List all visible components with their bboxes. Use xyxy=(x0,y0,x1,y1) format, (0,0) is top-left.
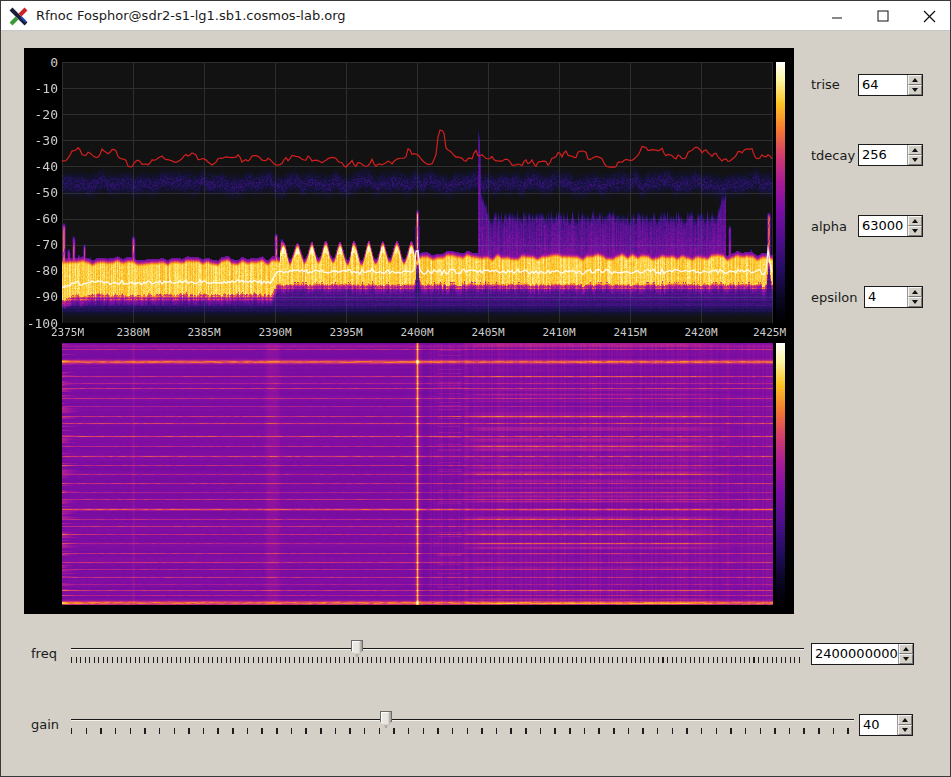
alpha-label: alpha xyxy=(811,219,847,234)
freq-tick-label: 2390M xyxy=(255,327,295,338)
db-tick-label: -90 xyxy=(24,290,58,303)
freq-value[interactable]: 2400000000 xyxy=(812,644,898,664)
tdecay-value[interactable]: 256 xyxy=(859,145,907,165)
freq-tick-label: 2405M xyxy=(468,327,508,338)
db-tick-label: -50 xyxy=(24,186,58,199)
alpha-spinbox[interactable]: 63000 xyxy=(858,215,923,237)
maximize-button[interactable] xyxy=(863,1,903,31)
maximize-icon xyxy=(877,10,889,22)
x11-logo-icon xyxy=(9,7,28,26)
alpha-down-button[interactable] xyxy=(908,226,922,236)
trise-value[interactable]: 64 xyxy=(859,75,907,95)
close-icon xyxy=(923,10,936,23)
freq-slider-ticks xyxy=(71,657,802,663)
db-tick-label: -40 xyxy=(24,160,58,173)
db-tick-label: -20 xyxy=(24,108,58,121)
freq-tick-label: 2400M xyxy=(397,327,437,338)
gain-slider-track[interactable] xyxy=(71,719,854,721)
title-bar[interactable]: Rfnoc Fosphor@sdr2-s1-lg1.sb1.cosmos-lab… xyxy=(1,1,950,31)
trise-down-button[interactable] xyxy=(908,85,922,95)
db-tick-label: -30 xyxy=(24,134,58,147)
freq-slider-handle[interactable] xyxy=(351,640,363,657)
freq-slider-track[interactable] xyxy=(71,648,804,650)
trise-label: trise xyxy=(811,77,840,92)
freq-spinbox[interactable]: 2400000000 xyxy=(811,643,914,665)
freq-up-button[interactable] xyxy=(899,644,913,654)
minimize-button[interactable] xyxy=(817,1,857,31)
epsilon-up-button[interactable] xyxy=(908,287,922,297)
db-tick-label: -10 xyxy=(24,82,58,95)
epsilon-down-button[interactable] xyxy=(908,297,922,307)
alpha-value[interactable]: 63000 xyxy=(859,216,907,236)
minimize-icon xyxy=(831,10,843,22)
freq-tick-label: 2395M xyxy=(326,327,366,338)
gain-down-button[interactable] xyxy=(898,725,912,735)
gain-slider-handle[interactable] xyxy=(380,711,392,728)
spectrum-colorbar xyxy=(776,62,785,323)
tdecay-label: tdecay xyxy=(811,148,855,163)
close-button[interactable] xyxy=(909,1,949,31)
trise-up-button[interactable] xyxy=(908,75,922,85)
gain-up-button[interactable] xyxy=(898,715,912,725)
tdecay-down-button[interactable] xyxy=(908,155,922,165)
gain-value[interactable]: 40 xyxy=(860,715,897,735)
spectrum-display xyxy=(62,62,773,323)
trise-spinbox[interactable]: 64 xyxy=(858,74,923,96)
freq-tick-label: 2415M xyxy=(610,327,650,338)
epsilon-value[interactable]: 4 xyxy=(865,287,907,307)
freq-label: freq xyxy=(31,646,57,661)
db-tick-label: -70 xyxy=(24,238,58,251)
gain-spinbox[interactable]: 40 xyxy=(859,714,913,736)
freq-tick-label: 2380M xyxy=(113,327,153,338)
db-tick-label: -60 xyxy=(24,212,58,225)
freq-down-button[interactable] xyxy=(899,654,913,664)
waterfall-display xyxy=(62,343,773,605)
freq-tick-label: 2420M xyxy=(681,327,721,338)
freq-tick-label: 2425M xyxy=(750,327,790,338)
epsilon-spinbox[interactable]: 4 xyxy=(864,286,923,308)
window-title: Rfnoc Fosphor@sdr2-s1-lg1.sb1.cosmos-lab… xyxy=(36,8,346,23)
gain-label: gain xyxy=(31,717,59,732)
db-tick-label: -80 xyxy=(24,264,58,277)
freq-tick-label: 2375M xyxy=(48,327,88,338)
waterfall-colorbar xyxy=(776,343,785,605)
db-tick-label: 0 xyxy=(24,56,58,69)
fosphor-display-panel: 0-10-20-30-40-50-60-70-80-90-100 2375M23… xyxy=(24,48,794,614)
alpha-up-button[interactable] xyxy=(908,216,922,226)
freq-tick-label: 2385M xyxy=(184,327,224,338)
app-window: Rfnoc Fosphor@sdr2-s1-lg1.sb1.cosmos-lab… xyxy=(0,0,951,777)
freq-tick-label: 2410M xyxy=(539,327,579,338)
tdecay-up-button[interactable] xyxy=(908,145,922,155)
tdecay-spinbox[interactable]: 256 xyxy=(858,144,923,166)
epsilon-label: epsilon xyxy=(811,290,857,305)
gain-slider-ticks xyxy=(71,728,852,734)
